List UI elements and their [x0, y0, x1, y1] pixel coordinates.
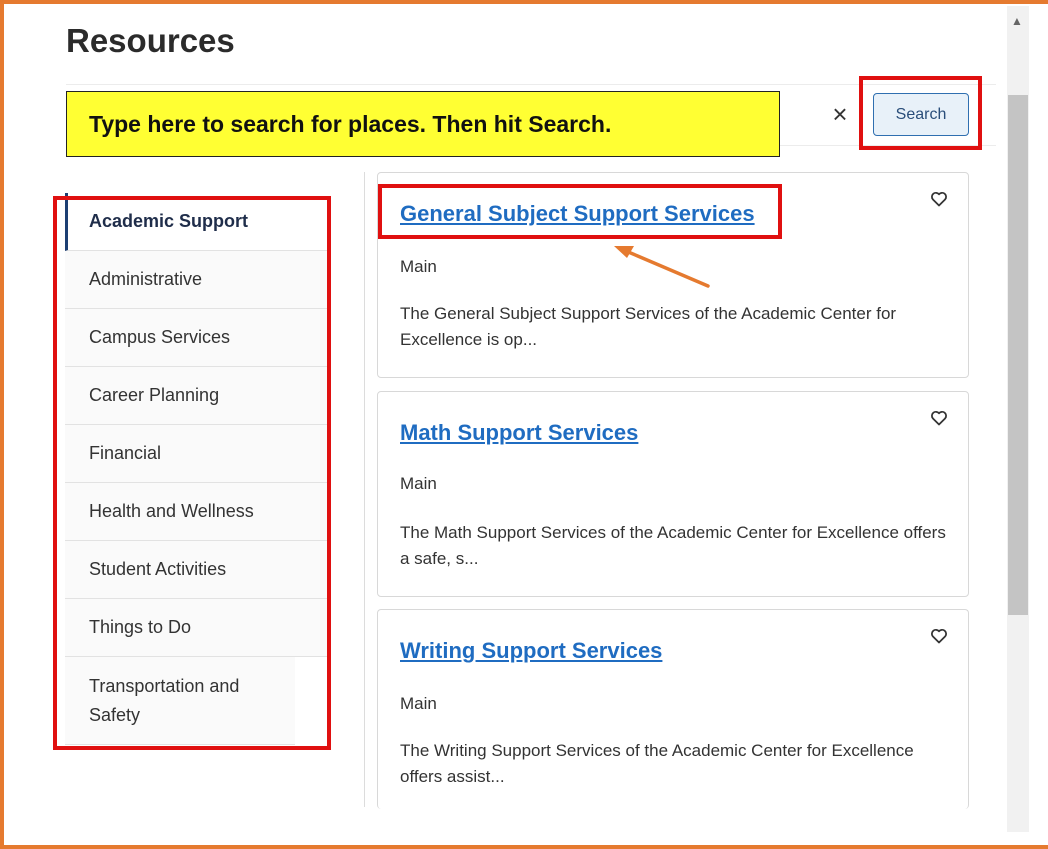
scroll-up-icon[interactable]: ▲ — [1011, 14, 1023, 28]
result-location: Main — [400, 257, 437, 276]
close-icon[interactable]: × — [826, 100, 854, 128]
result-title-link[interactable]: Writing Support Services — [400, 638, 662, 664]
result-card: Writing Support Services Main The Writin… — [377, 609, 969, 809]
result-description: The Math Support Services of the Academi… — [400, 523, 946, 568]
heart-icon[interactable] — [930, 191, 948, 207]
heart-icon[interactable] — [930, 628, 948, 644]
sidebar-highlight — [53, 196, 331, 750]
heart-icon[interactable] — [930, 410, 948, 426]
scrollbar-thumb[interactable] — [1008, 95, 1028, 615]
result-title-highlight — [378, 184, 782, 239]
result-description: The General Subject Support Services of … — [400, 304, 897, 349]
search-instruction-callout: Type here to search for places. Then hit… — [66, 91, 780, 157]
result-location: Main — [400, 694, 437, 713]
frame-bottom-edge — [0, 845, 1048, 849]
result-card: Math Support Services Main The Math Supp… — [377, 391, 969, 597]
result-title-link[interactable]: Math Support Services — [400, 420, 638, 446]
result-location: Main — [400, 474, 437, 493]
search-button-highlight — [859, 76, 982, 150]
page-title: Resources — [66, 22, 235, 59]
column-divider — [364, 172, 365, 807]
result-description: The Writing Support Services of the Acad… — [400, 741, 914, 786]
pointer-arrow — [614, 246, 710, 288]
